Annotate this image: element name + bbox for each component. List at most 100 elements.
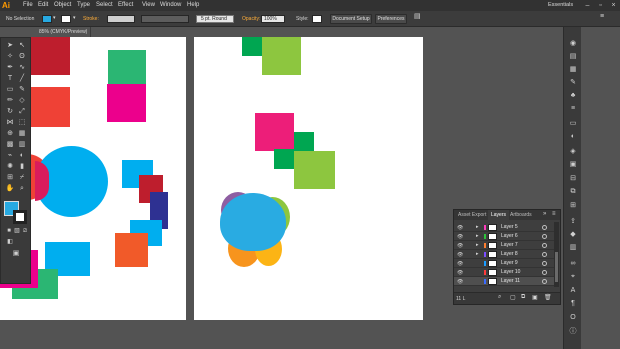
column-graph-tool-icon[interactable]: ▮: [17, 162, 27, 171]
width-tool-icon[interactable]: ⋈: [5, 118, 15, 127]
tab-asset-export[interactable]: Asset Export: [455, 210, 489, 220]
layers-scrollbar[interactable]: [554, 222, 559, 287]
layer-row[interactable]: 👁 Layer 10: [454, 268, 554, 277]
menu-window[interactable]: Window: [160, 2, 181, 9]
visibility-eye-icon[interactable]: 👁: [457, 225, 463, 231]
square-red-shape[interactable]: [30, 37, 70, 75]
artboards-panel-icon[interactable]: ▥: [568, 243, 578, 252]
maximize-icon[interactable]: ▫: [596, 1, 605, 10]
menu-edit[interactable]: Edit: [38, 2, 48, 9]
gradient-panel-icon[interactable]: ▭: [568, 119, 578, 128]
brush-definition[interactable]: 5 pt. Round: [196, 15, 234, 23]
transparency-panel-icon[interactable]: ◐: [568, 132, 578, 141]
arrange-documents-icon[interactable]: ▤: [414, 13, 421, 20]
layer-name[interactable]: Layer 6: [501, 233, 518, 239]
workspace-switcher[interactable]: Essentials: [548, 2, 573, 8]
hand-tool-icon[interactable]: ✋: [5, 184, 15, 193]
links-panel-icon[interactable]: ∞: [568, 259, 578, 268]
chevron-down-icon[interactable]: ▾: [53, 15, 56, 21]
square-magenta-shape[interactable]: [107, 84, 146, 122]
stroke-panel-icon[interactable]: ≡: [568, 104, 578, 113]
variable-width-profile[interactable]: [141, 15, 189, 23]
tab-layers[interactable]: Layers: [488, 210, 510, 220]
delete-layer-icon[interactable]: 🗑: [544, 294, 552, 301]
expand-arrow-icon[interactable]: ▸: [476, 224, 479, 230]
clipping-mask-icon[interactable]: ▢: [510, 294, 516, 301]
magic-wand-tool-icon[interactable]: ✧: [5, 52, 15, 61]
color-guide-icon[interactable]: ▤: [568, 52, 578, 61]
eyedropper-tool-icon[interactable]: ⌁: [5, 151, 15, 160]
locate-object-icon[interactable]: ⌕: [498, 294, 501, 301]
stroke-color-swatch[interactable]: [61, 15, 71, 23]
transform-panel-icon[interactable]: ⊞: [568, 201, 578, 210]
layer-target-icon[interactable]: [542, 234, 547, 239]
free-transform-tool-icon[interactable]: ⬚: [17, 118, 27, 127]
opentype-panel-icon[interactable]: O: [568, 313, 578, 322]
new-sublayer-icon[interactable]: ⧉: [521, 294, 525, 301]
layer-row[interactable]: 👁 ▸ Layer 7: [454, 241, 554, 250]
opacity-label[interactable]: Opacity:: [242, 16, 260, 22]
artboard-2[interactable]: [194, 37, 423, 320]
expand-panel-icon[interactable]: »: [543, 211, 546, 217]
blend-tool-icon[interactable]: ◐: [17, 151, 27, 160]
pen-tool-icon[interactable]: ✒: [5, 63, 15, 72]
character-panel-icon[interactable]: A: [568, 286, 578, 295]
layer-row[interactable]: 👁 ▸ Layer 6: [454, 232, 554, 241]
pencil-tool-icon[interactable]: ✏: [5, 96, 15, 105]
fill-color-swatch[interactable]: [42, 15, 52, 23]
opacity-field[interactable]: 100%: [261, 15, 285, 23]
graphic-style-swatch[interactable]: [312, 15, 322, 23]
swatches-panel-icon[interactable]: ▦: [568, 65, 578, 74]
square-green-small-2-shape[interactable]: [274, 149, 296, 169]
curvature-tool-icon[interactable]: ∿: [17, 63, 27, 72]
slice-tool-icon[interactable]: ⌿: [17, 173, 27, 182]
tab-artboards[interactable]: Artboards: [507, 210, 535, 220]
layer-name[interactable]: Layer 9: [501, 260, 518, 266]
brushes-panel-icon[interactable]: ✎: [568, 78, 578, 87]
menu-object[interactable]: Object: [54, 2, 71, 9]
layer-target-icon[interactable]: [542, 243, 547, 248]
visibility-eye-icon[interactable]: 👁: [457, 261, 463, 267]
layer-name[interactable]: Layer 5: [501, 224, 518, 230]
visibility-eye-icon[interactable]: 👁: [457, 279, 463, 285]
menu-type[interactable]: Type: [77, 2, 90, 9]
paintbrush-tool-icon[interactable]: ✎: [17, 85, 27, 94]
stroke-weight-field[interactable]: [107, 15, 135, 23]
stroke-color-icon[interactable]: [13, 210, 27, 224]
visibility-eye-icon[interactable]: 👁: [457, 243, 463, 249]
flower-center-shape[interactable]: [220, 193, 286, 251]
appearance-panel-icon[interactable]: ◈: [568, 147, 578, 156]
layer-target-icon[interactable]: [542, 279, 547, 284]
square-lime-top-shape[interactable]: [262, 37, 301, 75]
screen-mode-icon[interactable]: ▣: [11, 249, 21, 258]
drawing-mode-icon[interactable]: ◧: [5, 238, 15, 247]
perspective-grid-tool-icon[interactable]: ▦: [17, 129, 27, 138]
rectangle-tool-icon[interactable]: ▭: [5, 85, 15, 94]
square-orange-shape[interactable]: [115, 233, 148, 267]
square-lime-shape[interactable]: [294, 151, 335, 189]
square-pink-shape[interactable]: [255, 113, 294, 151]
document-setup-button[interactable]: Document Setup: [330, 14, 372, 24]
menu-view[interactable]: View: [142, 2, 155, 9]
close-icon[interactable]: ×: [609, 1, 618, 10]
direct-selection-tool-icon[interactable]: ↖: [17, 41, 27, 50]
layer-name[interactable]: Layer 8: [501, 251, 518, 257]
preferences-button[interactable]: Preferences: [375, 14, 407, 24]
info-panel-icon[interactable]: ⓘ: [568, 327, 578, 336]
type-tool-icon[interactable]: T: [5, 74, 15, 83]
selection-tool-icon[interactable]: ➤: [5, 41, 15, 50]
symbols-panel-icon[interactable]: ♣: [568, 91, 578, 100]
line-tool-icon[interactable]: ╱: [17, 74, 27, 83]
rotate-tool-icon[interactable]: ↻: [5, 107, 15, 116]
eraser-tool-icon[interactable]: ◇: [17, 96, 27, 105]
layer-row-selected[interactable]: 👁 Layer 11: [454, 277, 554, 286]
graphic-styles-icon[interactable]: ▣: [568, 160, 578, 169]
panel-menu-icon[interactable]: ≡: [552, 211, 556, 217]
layer-target-icon[interactable]: [542, 261, 547, 266]
layer-name[interactable]: Layer 10: [501, 269, 520, 275]
zoom-tool-icon[interactable]: ⌕: [17, 184, 27, 193]
expand-arrow-icon[interactable]: ▸: [476, 233, 479, 239]
paragraph-panel-icon[interactable]: ¶: [568, 299, 578, 308]
navigator-panel-icon[interactable]: ⌖: [568, 272, 578, 281]
layer-target-icon[interactable]: [542, 252, 547, 257]
